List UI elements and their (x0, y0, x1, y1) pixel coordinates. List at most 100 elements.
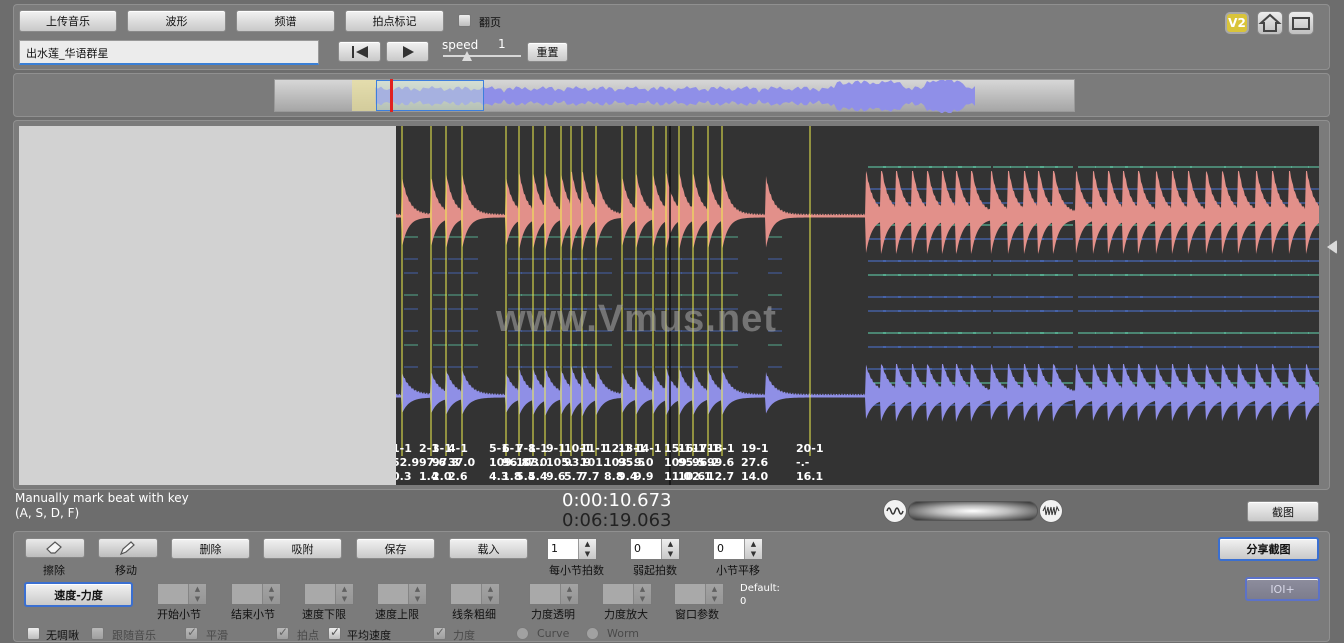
marker-dyn: 0.3 (396, 470, 412, 483)
window-param-stepper[interactable]: ▲ ▼ (674, 583, 724, 605)
window-button[interactable] (1288, 11, 1314, 35)
default-value: 0 (740, 596, 747, 607)
marker-dyn: 12.7 (707, 470, 735, 483)
pickup-beats-label: 弱起拍数 (633, 564, 677, 577)
dynamics-scale-label: 力度放大 (604, 608, 648, 621)
version-text: V2 (1228, 16, 1246, 30)
window-icon (1292, 17, 1310, 30)
share-screenshot-button[interactable]: 分享截图 (1218, 537, 1319, 561)
skip-to-start-icon (351, 45, 368, 58)
eraser-icon (46, 541, 62, 554)
marker-tempo: 9.0 (634, 456, 654, 469)
screenshot-button[interactable]: 截图 (1247, 501, 1319, 522)
follow-music-checkbox[interactable] (91, 627, 104, 640)
marker-dyn: 16.1 (796, 470, 824, 483)
bar-shift-stepper[interactable]: 0 ▲ ▼ (713, 538, 763, 560)
tempo-max-label: 速度上限 (375, 608, 419, 621)
marker-label-layer: 1-152.90.32-197.61.43-197.32.04-137.02.6… (396, 126, 1319, 485)
overview-played-region (352, 80, 376, 111)
empty-left-region (19, 126, 396, 485)
window-param-label: 窗口参数 (675, 608, 719, 621)
version-badge[interactable]: V2 (1225, 12, 1249, 34)
skip-to-start-button[interactable] (338, 41, 381, 62)
song-title-text: 出水莲_华语群星 (26, 47, 109, 60)
move-tool-label: 移动 (115, 564, 137, 577)
overview-playhead[interactable] (390, 79, 393, 112)
worm-radio-label: Worm (607, 627, 640, 640)
erase-tool-button[interactable] (25, 538, 85, 558)
home-button[interactable] (1257, 11, 1283, 35)
beats-checkbox[interactable] (276, 625, 289, 640)
default-label: Default: (740, 583, 780, 594)
beat-mark-button[interactable]: 拍点标记 (345, 10, 444, 32)
marker-tempo: 37.0 (448, 456, 476, 469)
zoom-slider[interactable] (883, 499, 1063, 523)
zoom-out-button[interactable] (883, 499, 907, 523)
dynamics-checkbox[interactable] (433, 625, 446, 640)
bar-shift-label: 小节平移 (716, 564, 760, 577)
spectrum-button[interactable]: 频谱 (236, 10, 335, 32)
delete-button[interactable]: 删除 (171, 538, 250, 559)
upload-music-button[interactable]: 上传音乐 (19, 10, 117, 32)
beats-per-bar-stepper[interactable]: 1 ▲ ▼ (547, 538, 597, 560)
save-button[interactable]: 保存 (356, 538, 435, 559)
marker-tempo: 52.9 (396, 456, 420, 469)
marker-tempo: 99.6 (707, 456, 735, 469)
avg-tempo-checkbox[interactable] (328, 625, 341, 640)
page-flip-checkbox[interactable] (458, 14, 471, 27)
reset-speed-button[interactable]: 重置 (527, 42, 568, 62)
spectrogram-canvas[interactable]: www.Vmus.net 1-152.90.32-197.61.43-197.3… (396, 126, 1319, 485)
speed-value: 1 (498, 37, 506, 51)
load-button[interactable]: 载入 (449, 538, 528, 559)
tempo-min-label: 速度下限 (302, 608, 346, 621)
play-button[interactable] (386, 41, 429, 62)
curve-radio-label: Curve (537, 627, 570, 640)
dynamics-opacity-stepper[interactable]: ▲ ▼ (529, 583, 579, 605)
beats-per-bar-value[interactable]: 1 (548, 539, 578, 559)
smooth-label: 平滑 (206, 629, 228, 642)
dynamics-label: 力度 (453, 629, 475, 642)
move-tool-button[interactable] (98, 538, 158, 558)
zoom-in-button[interactable] (1039, 499, 1063, 523)
no-chirp-checkbox[interactable] (27, 627, 40, 640)
smooth-checkbox[interactable] (185, 625, 198, 640)
zoom-track[interactable] (908, 501, 1038, 521)
marker-label: 14-1 (634, 442, 662, 455)
current-time: 0:00:10.673 (562, 490, 672, 511)
speed-slider-track[interactable] (443, 55, 521, 57)
marker-label: 19-1 (741, 442, 769, 455)
marker-label: 1-1 (396, 442, 412, 455)
marker-tempo: 27.6 (741, 456, 769, 469)
marker-dyn: 2.6 (448, 470, 468, 483)
home-icon (1258, 13, 1282, 32)
beats-per-bar-label: 每小节拍数 (549, 564, 604, 577)
end-bar-stepper[interactable]: ▲ ▼ (231, 583, 281, 605)
page-flip-label: 翻页 (479, 16, 501, 29)
start-bar-stepper[interactable]: ▲ ▼ (157, 583, 207, 605)
hint-line-1: Manually mark beat with key (15, 491, 189, 505)
marker-label: 4-1 (448, 442, 468, 455)
pickup-beats-value[interactable]: 0 (631, 539, 661, 559)
overview-track[interactable] (274, 79, 1075, 113)
tempo-dynamics-mode-button[interactable]: 速度-力度 (24, 582, 133, 607)
pencil-icon (119, 541, 135, 556)
snap-button[interactable]: 吸附 (263, 538, 342, 559)
line-width-stepper[interactable]: ▲ ▼ (450, 583, 500, 605)
marker-label: 8-1 (528, 442, 548, 455)
song-title-field[interactable]: 出水莲_华语群星 (19, 40, 319, 65)
avg-tempo-label: 平均速度 (347, 629, 391, 642)
dynamics-opacity-label: 力度透明 (531, 608, 575, 621)
dynamics-scale-stepper[interactable]: ▲ ▼ (602, 583, 652, 605)
hint-line-2: (A, S, D, F) (15, 506, 80, 520)
curve-radio[interactable] (516, 627, 529, 640)
pickup-beats-stepper[interactable]: 0 ▲ ▼ (630, 538, 680, 560)
wave-zoom-in-icon (1042, 505, 1060, 516)
tempo-min-stepper[interactable]: ▲ ▼ (304, 583, 354, 605)
start-bar-label: 开始小节 (157, 608, 201, 621)
waveform-button[interactable]: 波形 (127, 10, 226, 32)
worm-radio[interactable] (586, 627, 599, 640)
bar-shift-value[interactable]: 0 (714, 539, 744, 559)
tempo-max-stepper[interactable]: ▲ ▼ (377, 583, 427, 605)
ioi-plus-button[interactable]: IOI+ (1245, 577, 1320, 601)
wave-zoom-out-icon (886, 507, 904, 515)
